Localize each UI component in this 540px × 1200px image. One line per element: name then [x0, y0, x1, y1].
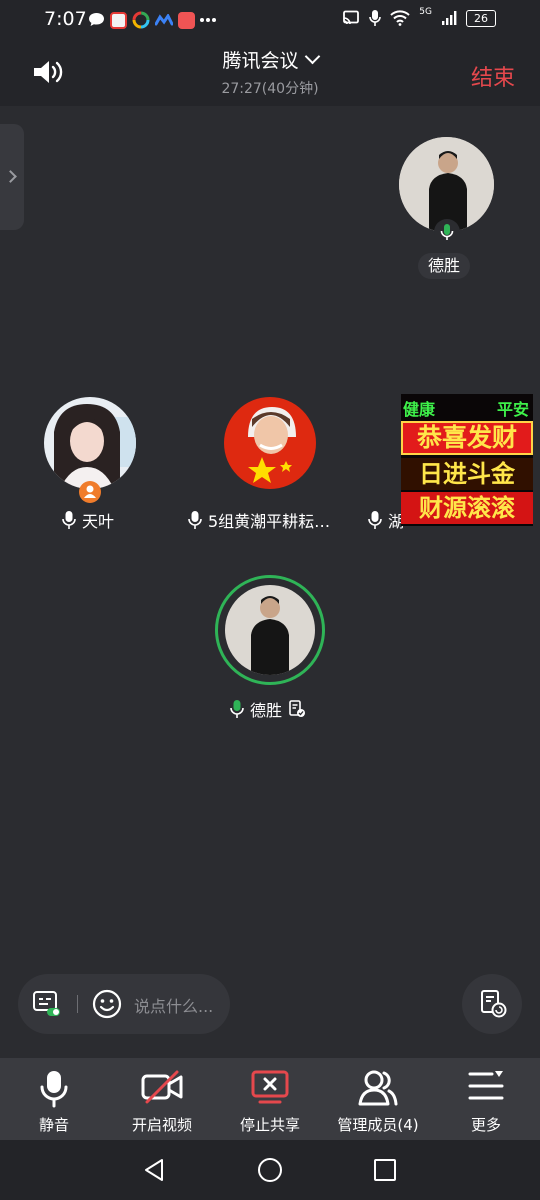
chevron-right-icon — [4, 170, 17, 183]
chat-input-bar[interactable]: 说点什么... — [18, 974, 230, 1034]
menu-icon — [468, 1071, 504, 1100]
host-person-icon — [84, 485, 96, 498]
mic-active-icon — [440, 224, 454, 240]
subtitle-icon[interactable] — [32, 990, 62, 1018]
system-navigation-bar — [0, 1140, 540, 1200]
manage-members-label: 管理成员(4) — [337, 1116, 419, 1134]
participant-label-hu: 湖 — [368, 508, 404, 532]
microphone-icon — [40, 1071, 68, 1108]
participant-name: 德胜 — [250, 701, 283, 720]
floating-self-name: 德胜 — [418, 253, 471, 279]
video-off-icon — [141, 1070, 183, 1104]
sharing-status-icon — [289, 700, 306, 717]
battery-indicator: 26 — [466, 9, 496, 27]
mic-active-icon — [230, 700, 244, 718]
meeting-timer: 27:27(40分钟) — [221, 81, 319, 97]
person-photo — [224, 397, 316, 489]
participant-name: 5组黄潮平耕耘… — [208, 512, 331, 531]
more-button[interactable]: 更多 — [432, 1058, 540, 1140]
network-type: 5G — [419, 7, 432, 17]
signal-icon — [442, 11, 457, 25]
end-meeting-button[interactable]: 结束 — [471, 60, 515, 92]
back-icon[interactable] — [142, 1158, 166, 1182]
more-notifications-icon — [200, 18, 216, 22]
recents-icon[interactable] — [373, 1158, 397, 1182]
chat-placeholder: 说点什么... — [134, 997, 214, 1016]
colorful-app-icon — [132, 11, 150, 29]
person-photo — [225, 585, 315, 675]
system-status-icons: 5G 26 — [342, 7, 496, 27]
start-video-label: 开启视频 — [131, 1116, 192, 1134]
sticker-text: 平安 — [496, 400, 529, 419]
app-notification-icon — [110, 11, 127, 29]
mic-badge — [434, 219, 460, 245]
chevron-down-icon — [304, 48, 320, 65]
host-badge — [79, 481, 101, 503]
notification-icons — [88, 10, 216, 30]
cast-icon — [343, 10, 360, 25]
start-video-button[interactable]: 开启视频 — [108, 1058, 216, 1140]
participant-name: 天叶 — [82, 512, 115, 531]
person-photo — [399, 137, 494, 232]
stop-share-label: 停止共享 — [239, 1116, 300, 1134]
members-icon — [358, 1070, 398, 1106]
active-speaker-avatar[interactable] — [225, 585, 315, 675]
person-photo — [44, 397, 136, 489]
active-speaker-label: 德胜 — [230, 697, 306, 721]
sticker-text: 健康 — [403, 400, 436, 419]
meeting-header: 腾讯会议 27:27(40分钟) 结束 — [0, 40, 540, 106]
manage-members-button[interactable]: 管理成员(4) — [324, 1058, 432, 1140]
mic-icon — [368, 511, 382, 529]
home-icon[interactable] — [257, 1157, 283, 1183]
stop-share-icon — [251, 1070, 289, 1104]
document-icon — [481, 990, 507, 1018]
mute-label: 静音 — [38, 1116, 69, 1134]
mic-icon — [188, 511, 202, 529]
microphone-status-icon — [369, 10, 382, 26]
meeting-title-text: 腾讯会议 — [222, 50, 299, 72]
divider — [77, 995, 78, 1013]
emoji-icon[interactable] — [91, 988, 123, 1020]
document-button[interactable] — [462, 974, 522, 1034]
floating-self-avatar[interactable] — [399, 137, 494, 232]
status-bar: 7:07 5G 26 — [0, 0, 540, 40]
meeting-app-icon — [155, 14, 173, 26]
red-app-icon — [178, 11, 195, 29]
status-time: 7:07 — [44, 8, 87, 30]
meeting-title[interactable]: 腾讯会议 — [0, 46, 540, 73]
more-label: 更多 — [470, 1116, 501, 1134]
chat-notification-icon — [89, 13, 104, 26]
sticker-text: 恭喜发财 — [401, 421, 533, 455]
participant-label-tianye: 天叶 — [62, 508, 114, 532]
side-panel-toggle[interactable] — [0, 124, 24, 230]
mute-button[interactable]: 静音 — [0, 1058, 108, 1140]
meeting-toolbar: 静音 开启视频 停止共享 管理成员(4) 更多 — [0, 1058, 540, 1140]
wifi-icon — [390, 10, 410, 26]
sticker-text: 财源滚滚 — [401, 492, 533, 524]
sticker-text: 日进斗金 — [401, 458, 533, 490]
mic-icon — [62, 511, 76, 529]
participant-label-huangchaoping: 5组黄潮平耕耘… — [188, 508, 330, 532]
participant-avatar-huangchaoping[interactable] — [224, 397, 316, 489]
participant-avatar-sticker[interactable]: 健康 平安 恭喜发财 日进斗金 财源滚滚 — [401, 394, 533, 526]
stop-share-button[interactable]: 停止共享 — [216, 1058, 324, 1140]
participant-avatar-tianye[interactable] — [44, 397, 136, 489]
